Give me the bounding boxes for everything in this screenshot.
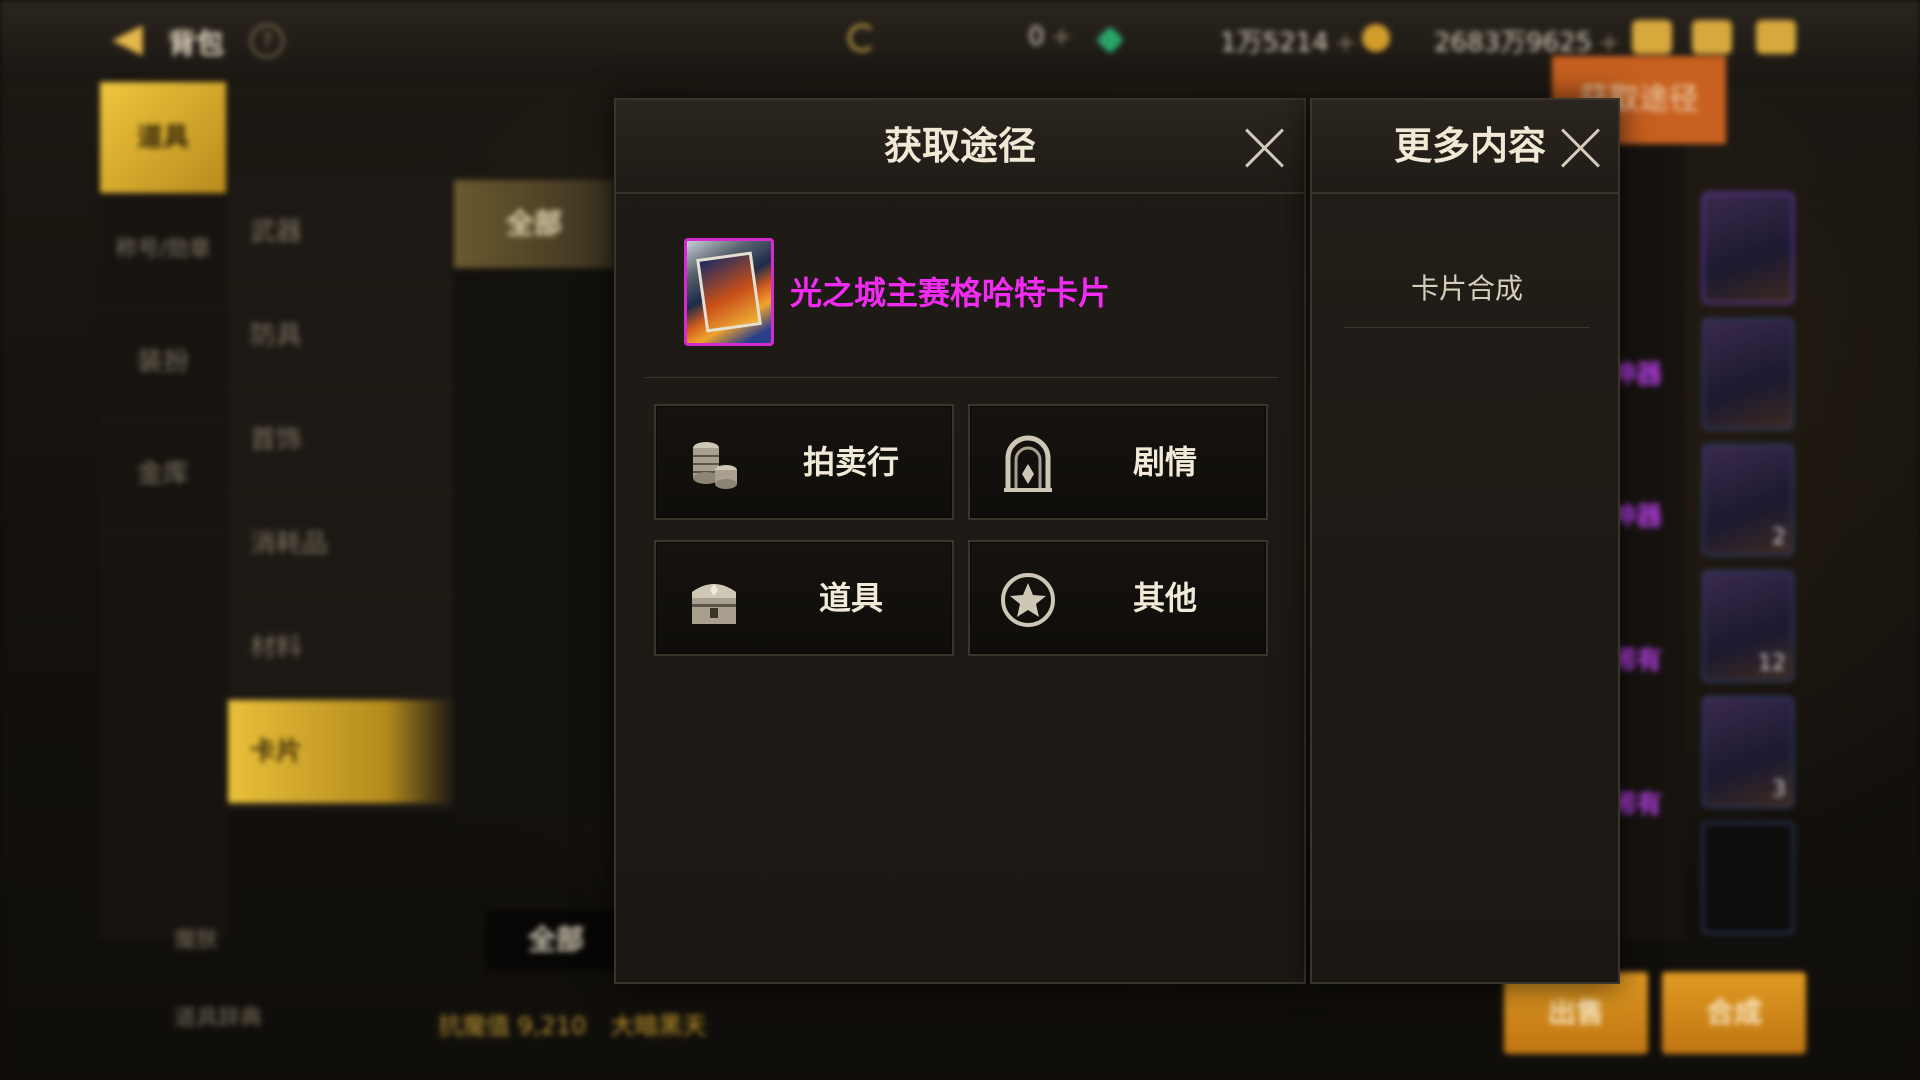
- source-button-item[interactable]: 道具: [654, 540, 954, 656]
- rail-item-props[interactable]: 道具: [100, 82, 226, 194]
- category-column: 武器 防具 首饰 消耗品 材料 卡片: [228, 170, 454, 810]
- moon-icon: [848, 24, 876, 52]
- sub-filter-column: 全部: [454, 180, 614, 820]
- card-slot[interactable]: 3: [1702, 696, 1794, 808]
- back-arrow-icon[interactable]: ◀: [112, 18, 152, 58]
- card-slot[interactable]: [1702, 192, 1794, 304]
- category-accessory[interactable]: 首饰: [228, 388, 454, 492]
- category-weapon[interactable]: 武器: [228, 180, 454, 284]
- more-panel-header: 更多内容: [1312, 100, 1618, 194]
- combine-button[interactable]: 合成: [1662, 972, 1806, 1054]
- star-circle-icon: [1001, 573, 1055, 627]
- left-bottom-item-1[interactable]: 魔肤: [174, 922, 218, 954]
- source-label: 道具: [818, 579, 883, 617]
- close-icon[interactable]: [1560, 128, 1600, 168]
- rail-item-outfits[interactable]: 装扮: [100, 306, 226, 418]
- close-icon[interactable]: [1244, 128, 1284, 168]
- mail-icon[interactable]: [1692, 20, 1732, 54]
- card-slot[interactable]: 12: [1702, 570, 1794, 682]
- card-slot-empty[interactable]: [1702, 822, 1794, 934]
- help-icon[interactable]: ?: [250, 24, 284, 58]
- source-label: 其他: [1132, 579, 1197, 617]
- card-art: [696, 251, 762, 333]
- gem-icon: [1095, 25, 1125, 55]
- treasure-chest-icon: [692, 584, 736, 624]
- source-button-story[interactable]: 剧情: [968, 404, 1268, 520]
- acquire-source-dialog: 获取途径 光之城主赛格哈特卡片 拍卖行 剧情 道具 其他: [614, 98, 1306, 984]
- coin-stack-icon: [693, 442, 737, 489]
- category-armor[interactable]: 防具: [228, 284, 454, 388]
- bottom-filter-all[interactable]: 全部: [486, 910, 626, 970]
- item-row: 光之城主赛格哈特卡片: [644, 238, 1278, 378]
- gold-coin-icon: [1362, 24, 1390, 52]
- item-name: 光之城主赛格哈特卡片: [790, 274, 1111, 312]
- chat-icon[interactable]: [1756, 20, 1796, 54]
- currency-2: 1万5214 +: [1220, 28, 1357, 58]
- category-card[interactable]: 卡片: [228, 700, 454, 804]
- dialog-header: 获取途径: [616, 100, 1304, 194]
- more-content-panel: 更多内容 卡片合成: [1310, 98, 1620, 984]
- gate-icon: [1004, 435, 1052, 492]
- rail-item-titles[interactable]: 称号/勋章: [100, 194, 226, 306]
- more-panel-title: 更多内容: [1394, 124, 1547, 168]
- resist-value: 抗魔值 9,210 大暗黑天: [438, 1012, 707, 1040]
- rail-item-vault[interactable]: 金库: [100, 418, 226, 530]
- left-rail: 道具 称号/勋章 装扮 金库: [100, 80, 226, 940]
- category-material[interactable]: 材料: [228, 596, 454, 700]
- source-label: 剧情: [1132, 443, 1197, 481]
- card-slot[interactable]: 2: [1702, 444, 1794, 556]
- dialog-title: 获取途径: [883, 124, 1036, 168]
- source-button-auction[interactable]: 拍卖行: [654, 404, 954, 520]
- shop-icon[interactable]: [1632, 20, 1672, 54]
- page-title: 背包: [168, 27, 225, 60]
- left-bottom-item-2[interactable]: 道具辞典: [174, 1000, 262, 1032]
- sell-button[interactable]: 出售: [1504, 972, 1648, 1054]
- sub-filter-all[interactable]: 全部: [454, 180, 614, 268]
- card-item-icon[interactable]: [684, 238, 774, 346]
- source-button-other[interactable]: 其他: [968, 540, 1268, 656]
- currency-3: 2683万9625 +: [1434, 28, 1621, 58]
- category-consumable[interactable]: 消耗品: [228, 492, 454, 596]
- more-item-card-synthesis[interactable]: 卡片合成: [1344, 250, 1590, 328]
- card-slot[interactable]: [1702, 318, 1794, 430]
- source-label: 拍卖行: [802, 443, 899, 481]
- currency-1: 0 +: [1028, 22, 1073, 52]
